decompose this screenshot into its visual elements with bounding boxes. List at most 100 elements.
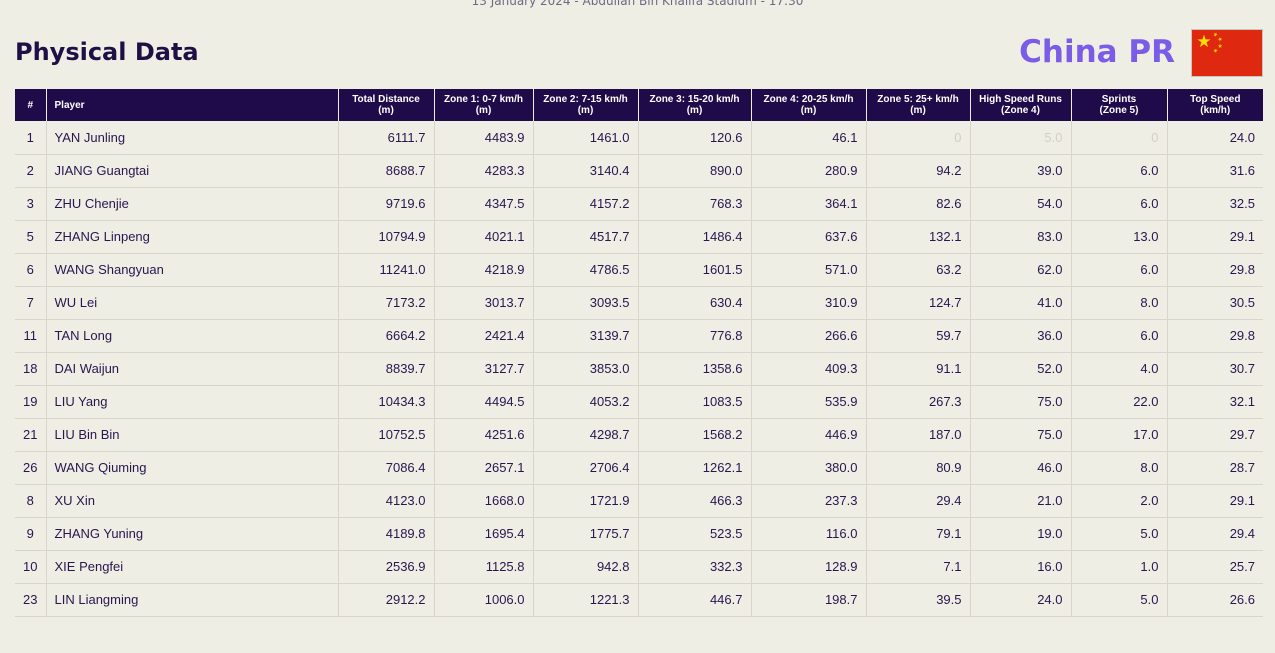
column-header-player[interactable]: Player <box>45 89 338 121</box>
table-row: 21 LIU Bin Bin 10752.5 4251.6 4298.7 1568.2 44… <box>15 418 1263 452</box>
cell-sprints: 2.0 <box>1070 484 1167 518</box>
cell-high-speed-runs: 62.0 <box>969 253 1071 287</box>
cell-sprints: 8.0 <box>1070 286 1167 320</box>
cell-zone-5: 91.1 <box>865 352 970 386</box>
cell-zone-1: 4483.9 <box>433 121 533 155</box>
table-row: 26 WANG Qiuming 7086.4 2657.1 2706.4 1262.1 38… <box>15 451 1263 485</box>
cell-top-speed: 29.1 <box>1166 484 1263 518</box>
cell-sprints: 5.0 <box>1070 517 1167 551</box>
cell-zone-3: 466.3 <box>637 484 751 518</box>
cell-high-speed-runs: 19.0 <box>969 517 1071 551</box>
cell-zone-5: 59.7 <box>865 319 970 353</box>
cell-zone-4: 446.9 <box>750 418 866 452</box>
cell-total-distance: 10794.9 <box>337 220 434 254</box>
cell-number: 1 <box>15 121 46 155</box>
cell-zone-2: 4053.2 <box>532 385 638 419</box>
cell-number: 9 <box>15 517 46 551</box>
cell-zone-5: 63.2 <box>865 253 970 287</box>
cell-zone-5: 94.2 <box>865 154 970 188</box>
cell-zone-5: 124.7 <box>865 286 970 320</box>
column-header-top-speed[interactable]: Top Speed (km/h) <box>1166 89 1263 121</box>
cell-high-speed-runs: 41.0 <box>969 286 1071 320</box>
cell-zone-5: 79.1 <box>865 517 970 551</box>
cell-zone-2: 3139.7 <box>532 319 638 353</box>
cell-total-distance: 11241.0 <box>337 253 434 287</box>
cell-zone-4: 46.1 <box>750 121 866 155</box>
cell-top-speed: 26.6 <box>1166 583 1263 617</box>
cell-player: ZHANG Yuning <box>45 517 338 551</box>
physical-data-table: # Player Total Distance (m) Zone 1: 0-7 k… <box>15 89 1263 617</box>
cell-high-speed-runs: 5.0 <box>969 121 1071 155</box>
cell-top-speed: 29.7 <box>1166 418 1263 452</box>
cell-zone-3: 1262.1 <box>637 451 751 485</box>
cell-total-distance: 7173.2 <box>337 286 434 320</box>
cell-sprints: 4.0 <box>1070 352 1167 386</box>
column-header-zone-2[interactable]: Zone 2: 7-15 km/h (m) <box>532 89 638 121</box>
cell-sprints: 6.0 <box>1070 154 1167 188</box>
cell-zone-5: 39.5 <box>865 583 970 617</box>
cell-zone-2: 942.8 <box>532 550 638 584</box>
table-row: 9 ZHANG Yuning 4189.8 1695.4 1775.7 523.5 116.… <box>15 517 1263 551</box>
cell-total-distance: 2536.9 <box>337 550 434 584</box>
cell-zone-1: 1668.0 <box>433 484 533 518</box>
cell-number: 6 <box>15 253 46 287</box>
cell-zone-1: 4347.5 <box>433 187 533 221</box>
cell-top-speed: 32.5 <box>1166 187 1263 221</box>
cell-high-speed-runs: 75.0 <box>969 418 1071 452</box>
cell-sprints: 13.0 <box>1070 220 1167 254</box>
cell-zone-2: 4298.7 <box>532 418 638 452</box>
cell-player: WU Lei <box>45 286 338 320</box>
cell-sprints: 8.0 <box>1070 451 1167 485</box>
cell-zone-4: 237.3 <box>750 484 866 518</box>
table-row: 2 JIANG Guangtai 8688.7 4283.3 3140.4 890.0 28… <box>15 154 1263 188</box>
page-title: Physical Data <box>15 38 199 66</box>
cell-player: WANG Shangyuan <box>45 253 338 287</box>
column-header-sprints[interactable]: Sprints (Zone 5) <box>1070 89 1167 121</box>
cell-number: 10 <box>15 550 46 584</box>
column-header-zone-4[interactable]: Zone 4: 20-25 km/h (m) <box>750 89 866 121</box>
cell-sprints: 0 <box>1070 121 1167 155</box>
cell-zone-4: 637.6 <box>750 220 866 254</box>
cell-player: LIU Bin Bin <box>45 418 338 452</box>
cell-zone-4: 535.9 <box>750 385 866 419</box>
cell-zone-3: 1083.5 <box>637 385 751 419</box>
cell-number: 3 <box>15 187 46 221</box>
column-header-number[interactable]: # <box>15 89 46 121</box>
column-header-total-distance[interactable]: Total Distance (m) <box>337 89 434 121</box>
cell-total-distance: 2912.2 <box>337 583 434 617</box>
cell-high-speed-runs: 75.0 <box>969 385 1071 419</box>
cell-zone-5: 82.6 <box>865 187 970 221</box>
cell-top-speed: 32.1 <box>1166 385 1263 419</box>
cell-zone-2: 3093.5 <box>532 286 638 320</box>
cell-number: 23 <box>15 583 46 617</box>
cell-zone-1: 4218.9 <box>433 253 533 287</box>
table-row: 7 WU Lei 7173.2 3013.7 3093.5 630.4 310.9 124.7… <box>15 286 1263 320</box>
cell-zone-5: 267.3 <box>865 385 970 419</box>
cell-zone-2: 4157.2 <box>532 187 638 221</box>
cell-high-speed-runs: 36.0 <box>969 319 1071 353</box>
cell-zone-3: 1486.4 <box>637 220 751 254</box>
cell-zone-3: 768.3 <box>637 187 751 221</box>
cell-zone-4: 280.9 <box>750 154 866 188</box>
cell-zone-3: 446.7 <box>637 583 751 617</box>
column-header-zone-5[interactable]: Zone 5: 25+ km/h (m) <box>865 89 970 121</box>
column-header-zone-3[interactable]: Zone 3: 15-20 km/h (m) <box>637 89 751 121</box>
cell-zone-3: 1358.6 <box>637 352 751 386</box>
cell-zone-5: 132.1 <box>865 220 970 254</box>
cell-top-speed: 25.7 <box>1166 550 1263 584</box>
cell-player: XIE Pengfei <box>45 550 338 584</box>
cell-zone-2: 1721.9 <box>532 484 638 518</box>
column-header-zone-1[interactable]: Zone 1: 0-7 km/h (m) <box>433 89 533 121</box>
cell-zone-3: 120.6 <box>637 121 751 155</box>
cell-zone-1: 4494.5 <box>433 385 533 419</box>
cell-top-speed: 29.8 <box>1166 319 1263 353</box>
cell-player: JIANG Guangtai <box>45 154 338 188</box>
column-header-high-speed-runs[interactable]: High Speed Runs (Zone 4) <box>969 89 1071 121</box>
cell-top-speed: 30.5 <box>1166 286 1263 320</box>
cell-zone-1: 3013.7 <box>433 286 533 320</box>
cell-zone-1: 4021.1 <box>433 220 533 254</box>
cell-sprints: 17.0 <box>1070 418 1167 452</box>
table-row: 8 XU Xin 4123.0 1668.0 1721.9 466.3 237.3 29.4 2… <box>15 484 1263 518</box>
cell-zone-4: 380.0 <box>750 451 866 485</box>
cell-zone-3: 1601.5 <box>637 253 751 287</box>
